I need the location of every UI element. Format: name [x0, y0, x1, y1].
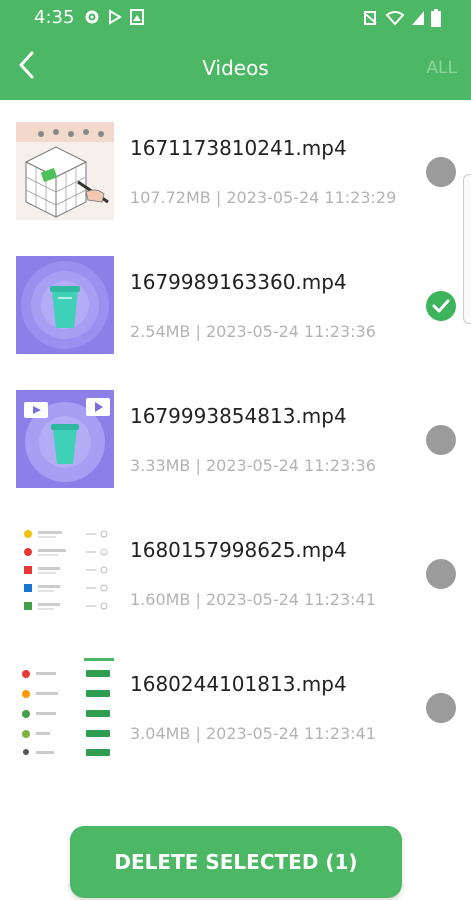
select-radio[interactable]	[426, 559, 456, 589]
video-thumbnail	[16, 524, 114, 622]
list-item[interactable]: 1679989163360.mp4 2.54MB | 2023-05-24 11…	[0, 234, 471, 368]
wifi-icon	[385, 10, 405, 31]
status-bar: 4:35	[0, 0, 471, 34]
list-item[interactable]: 1671173810241.mp4 107.72MB | 2023-05-24 …	[0, 100, 471, 234]
select-radio[interactable]	[426, 425, 456, 455]
image-icon	[130, 9, 144, 30]
gear-icon	[84, 9, 100, 30]
status-time: 4:35	[34, 7, 75, 28]
video-name: 1680244101813.mp4	[130, 672, 347, 696]
select-radio[interactable]	[426, 693, 456, 723]
list-item[interactable]: 1680244101813.mp4 3.04MB | 2023-05-24 11…	[0, 636, 471, 770]
delete-selected-button[interactable]: DELETE SELECTED (1)	[70, 826, 402, 898]
video-meta: 2.54MB | 2023-05-24 11:23:36	[130, 322, 376, 341]
list-item[interactable]: 1680157998625.mp4 1.60MB | 2023-05-24 11…	[0, 502, 471, 636]
page-title: Videos	[202, 56, 269, 80]
video-meta: 3.33MB | 2023-05-24 11:23:36	[130, 456, 376, 475]
select-radio-checked[interactable]	[426, 291, 456, 321]
video-name: 1679989163360.mp4	[130, 270, 347, 294]
app-bar: Videos ALL	[0, 34, 471, 100]
select-all-button[interactable]: ALL	[426, 58, 457, 78]
battery-icon	[431, 9, 441, 32]
play-icon	[108, 9, 122, 30]
video-list: 1671173810241.mp4 107.72MB | 2023-05-24 …	[0, 100, 471, 770]
video-meta: 1.60MB | 2023-05-24 11:23:41	[130, 590, 376, 609]
select-radio[interactable]	[426, 157, 456, 187]
video-meta: 3.04MB | 2023-05-24 11:23:41	[130, 724, 376, 743]
video-name: 1679993854813.mp4	[130, 404, 347, 428]
video-thumbnail	[16, 390, 114, 488]
video-thumbnail	[16, 122, 114, 220]
video-meta: 107.72MB | 2023-05-24 11:23:29	[130, 188, 397, 207]
nfc-mute-icon	[361, 10, 379, 31]
video-thumbnail	[16, 658, 114, 756]
signal-icon	[411, 10, 425, 31]
list-item[interactable]: 1679993854813.mp4 3.33MB | 2023-05-24 11…	[0, 368, 471, 502]
video-name: 1680157998625.mp4	[130, 538, 347, 562]
video-name: 1671173810241.mp4	[130, 136, 347, 160]
video-thumbnail	[16, 256, 114, 354]
